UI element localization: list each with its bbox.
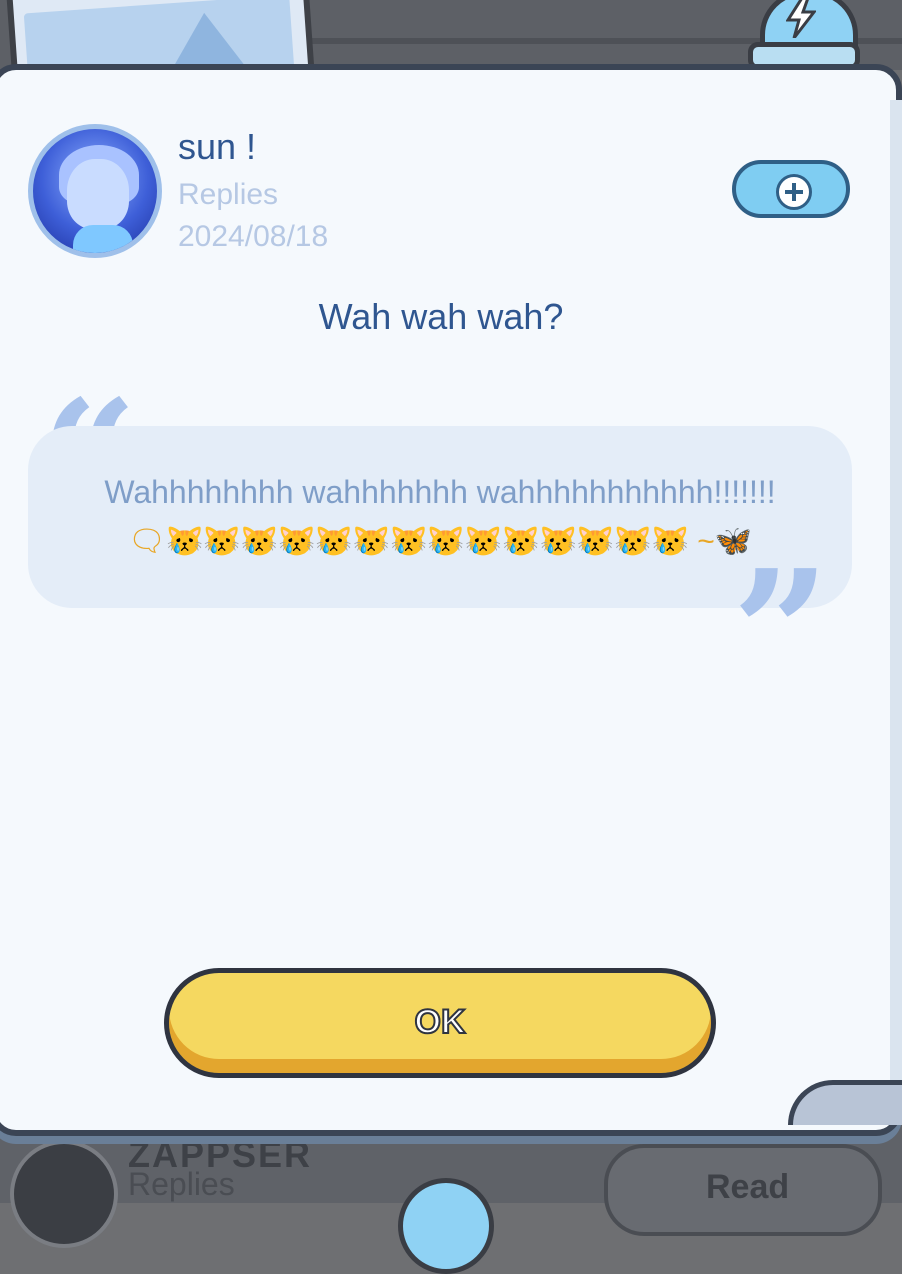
ok-button-label: OK bbox=[414, 1002, 467, 1042]
post-type-label: Replies bbox=[178, 178, 279, 211]
background-circle-button[interactable] bbox=[398, 1178, 494, 1274]
message-box: Wahhhhhhhh wahhhhhhh wahhhhhhhhhhh!!!!!!… bbox=[28, 426, 852, 608]
avatar[interactable] bbox=[28, 124, 162, 258]
plus-icon bbox=[776, 174, 812, 210]
modal-edge bbox=[890, 100, 902, 1100]
avatar-face bbox=[67, 159, 129, 229]
post-subject: Wah wah wah? bbox=[318, 296, 564, 337]
message-emoji-line: 🗨😿😿😿😿😿😿😿😿😿😿😿😿😿😿 ~🦋 bbox=[127, 525, 753, 558]
alarm-button[interactable] bbox=[748, 0, 860, 70]
ok-button[interactable]: OK bbox=[164, 968, 716, 1078]
lightning-icon bbox=[786, 0, 816, 38]
background-avatar bbox=[10, 1140, 118, 1248]
quote-close-icon: ” bbox=[732, 533, 830, 733]
add-friend-button[interactable] bbox=[732, 160, 850, 218]
background-replies-label: Replies bbox=[128, 1166, 235, 1202]
post-date: 2024/08/18 bbox=[178, 220, 329, 253]
read-button-label: Read bbox=[706, 1168, 790, 1206]
username: sun ! bbox=[178, 126, 257, 167]
read-button[interactable]: Read bbox=[604, 1144, 882, 1236]
message-text: Wahhhhhhhh wahhhhhhh wahhhhhhhhhhh!!!!!!… bbox=[104, 474, 776, 510]
